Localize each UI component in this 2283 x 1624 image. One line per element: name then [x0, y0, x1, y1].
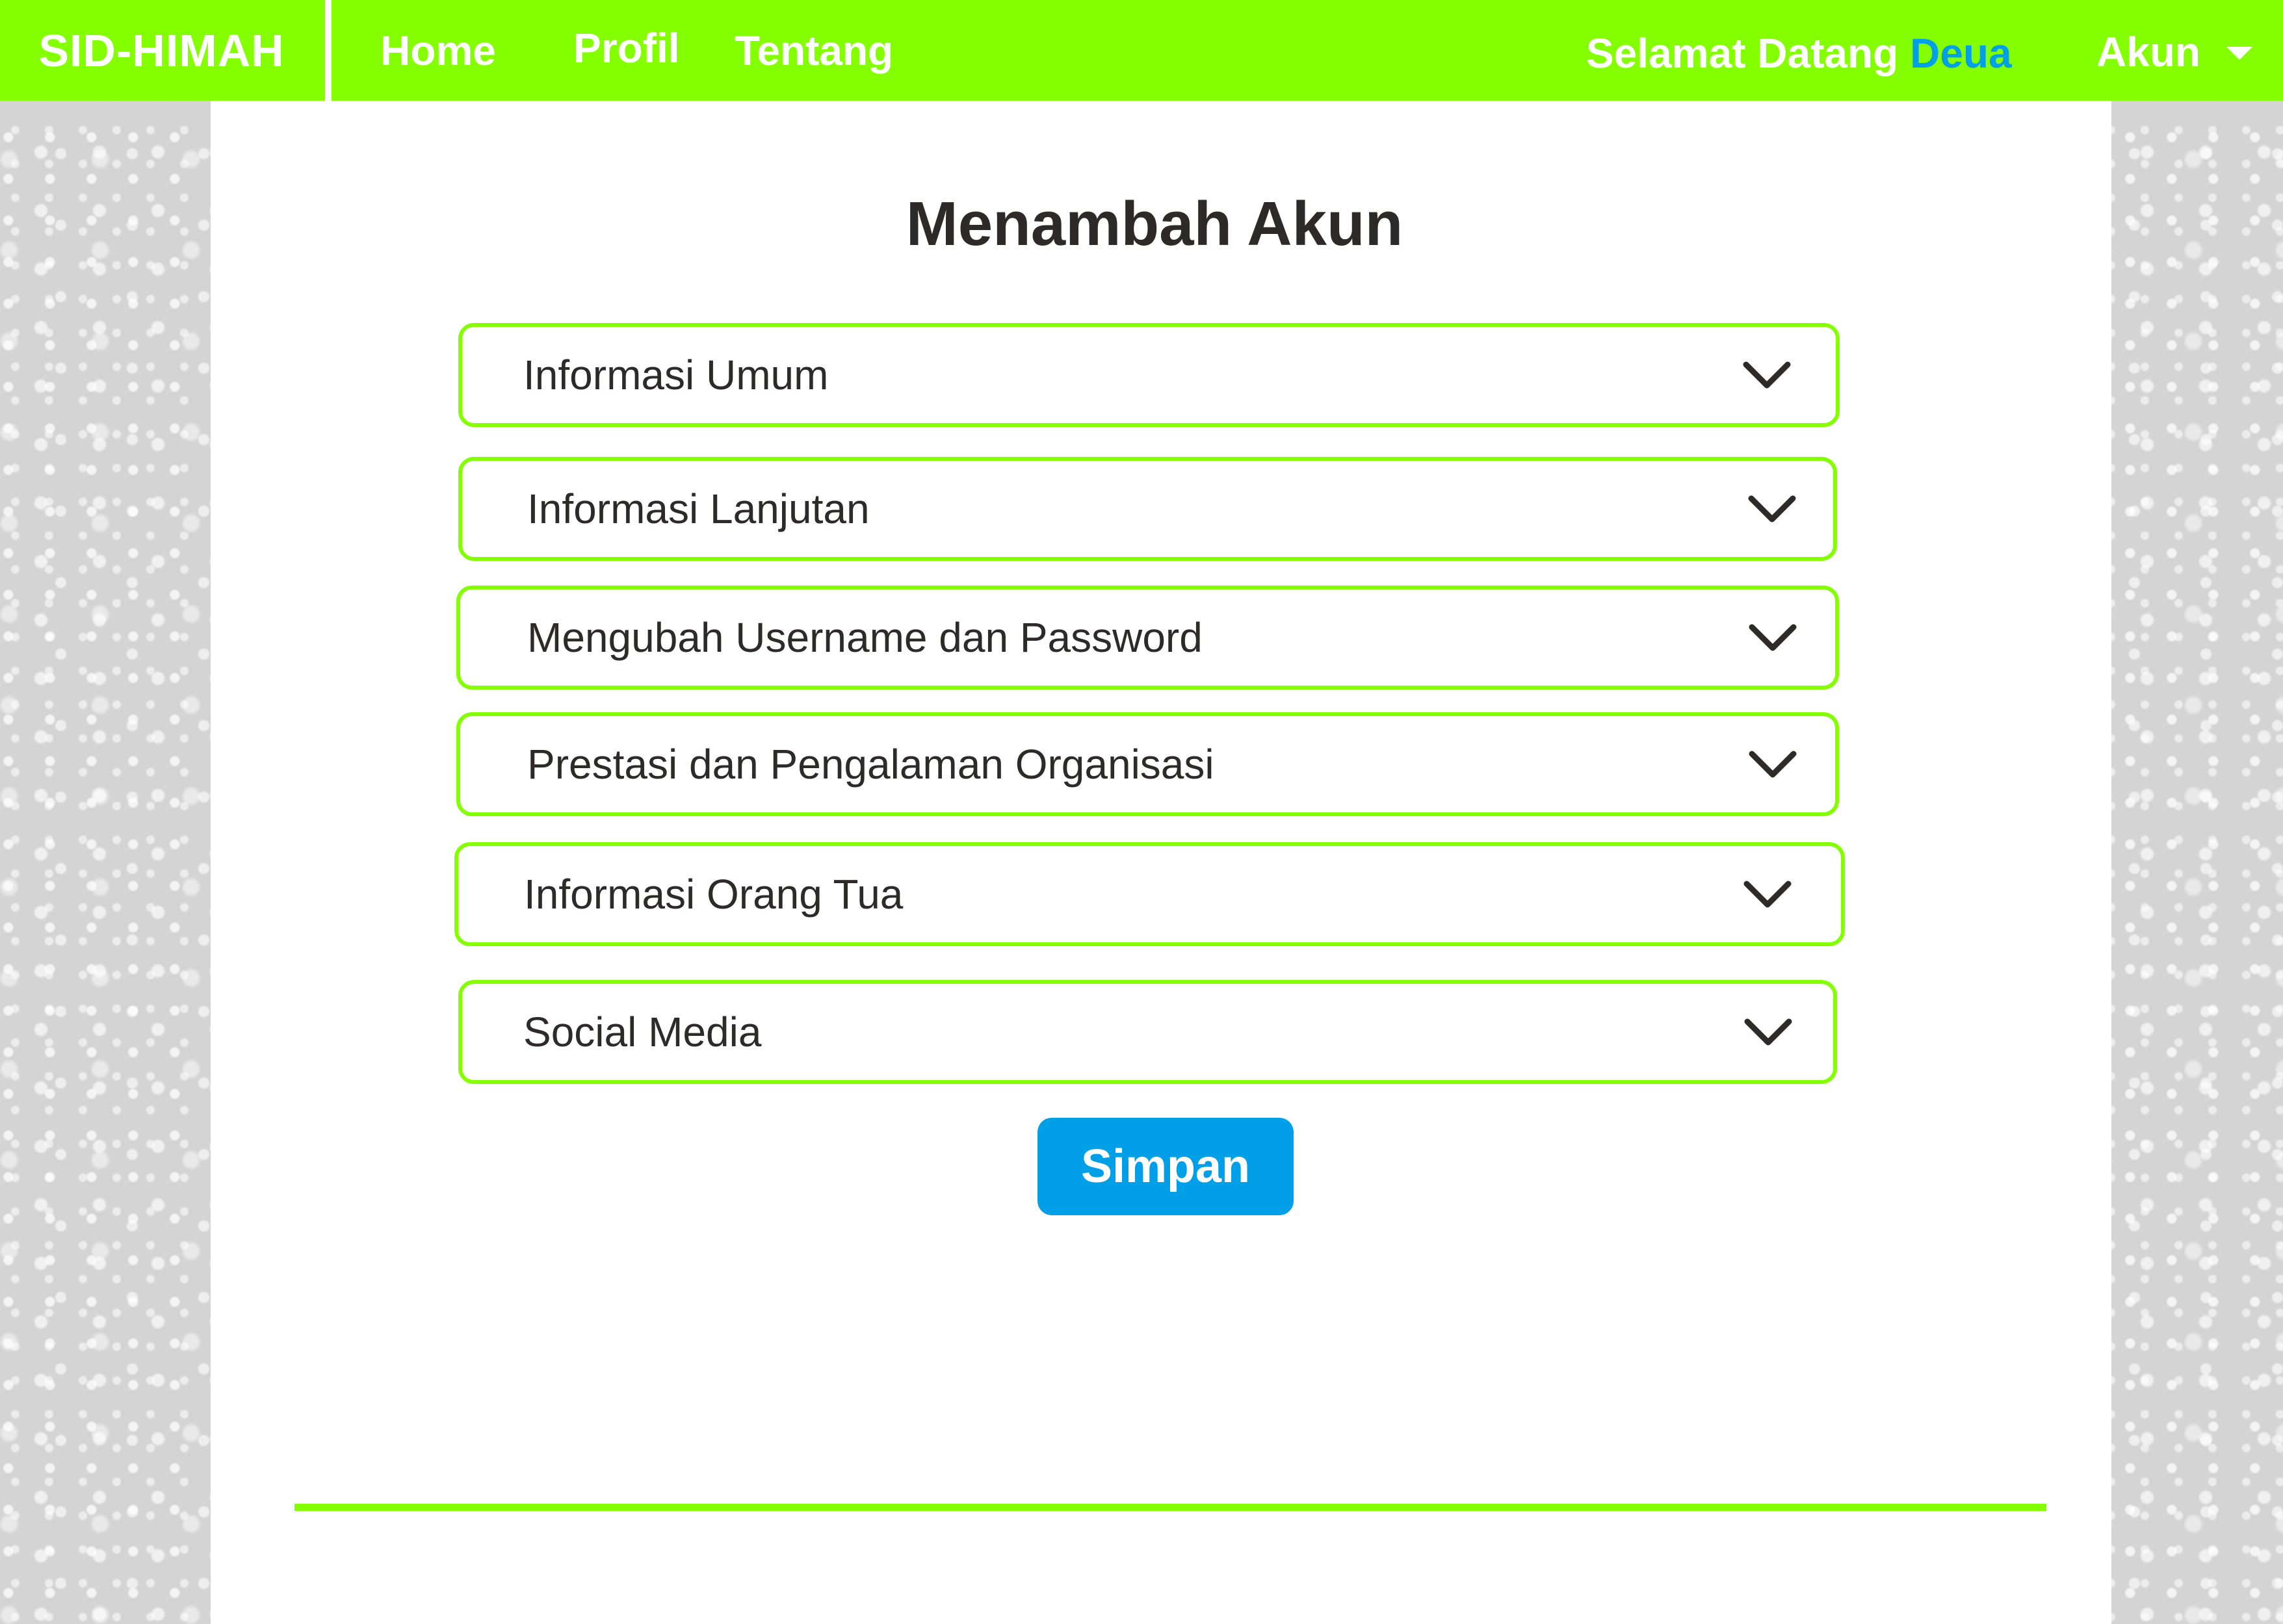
accordion-informasi-umum[interactable]: Informasi Umum: [458, 323, 1840, 427]
footer-divider: [294, 1504, 2046, 1511]
chevron-down-icon: [1743, 361, 1791, 389]
accordion-label: Informasi Umum: [523, 352, 829, 398]
welcome-message: Selamat Datang Deua: [1586, 3, 2012, 103]
nav-link-profil[interactable]: Profil: [573, 0, 680, 98]
accordion-social-media[interactable]: Social Media: [458, 980, 1837, 1084]
accordion-label: Informasi Orang Tua: [524, 871, 904, 918]
save-button[interactable]: Simpan: [1037, 1118, 1294, 1215]
account-dropdown[interactable]: Akun: [2096, 1, 2252, 102]
chevron-down-icon: [1749, 751, 1797, 778]
account-label: Akun: [2096, 28, 2200, 75]
brand-logo[interactable]: SID-HIMAH: [0, 0, 323, 101]
brand-divider: [325, 0, 332, 101]
accordion-informasi-lanjutan[interactable]: Informasi Lanjutan: [458, 457, 1837, 561]
caret-down-icon: [2226, 46, 2252, 60]
accordion-label: Prestasi dan Pengalaman Organisasi: [527, 741, 1214, 788]
chevron-down-icon: [1744, 1018, 1792, 1046]
page-title: Menambah Akun: [906, 189, 1403, 259]
accordion-label: Informasi Lanjutan: [527, 485, 870, 532]
accordion-prestasi-organisasi[interactable]: Prestasi dan Pengalaman Organisasi: [456, 712, 1839, 816]
accordion-label: Social Media: [523, 1009, 762, 1055]
nav-link-home[interactable]: Home: [380, 0, 496, 101]
accordion-username-password[interactable]: Mengubah Username dan Password: [456, 586, 1839, 690]
welcome-text: Selamat Datang: [1586, 29, 1899, 77]
top-navbar: SID-HIMAH Home Profil Tentang Selamat Da…: [0, 0, 2283, 101]
accordion-informasi-orang-tua[interactable]: Informasi Orang Tua: [454, 842, 1845, 946]
accordion-label: Mengubah Username dan Password: [527, 614, 1203, 661]
chevron-down-icon: [1748, 495, 1796, 522]
user-name: Deua: [1910, 29, 2012, 77]
chevron-down-icon: [1749, 624, 1797, 651]
nav-link-tentang[interactable]: Tentang: [735, 0, 893, 101]
chevron-down-icon: [1743, 881, 1792, 908]
